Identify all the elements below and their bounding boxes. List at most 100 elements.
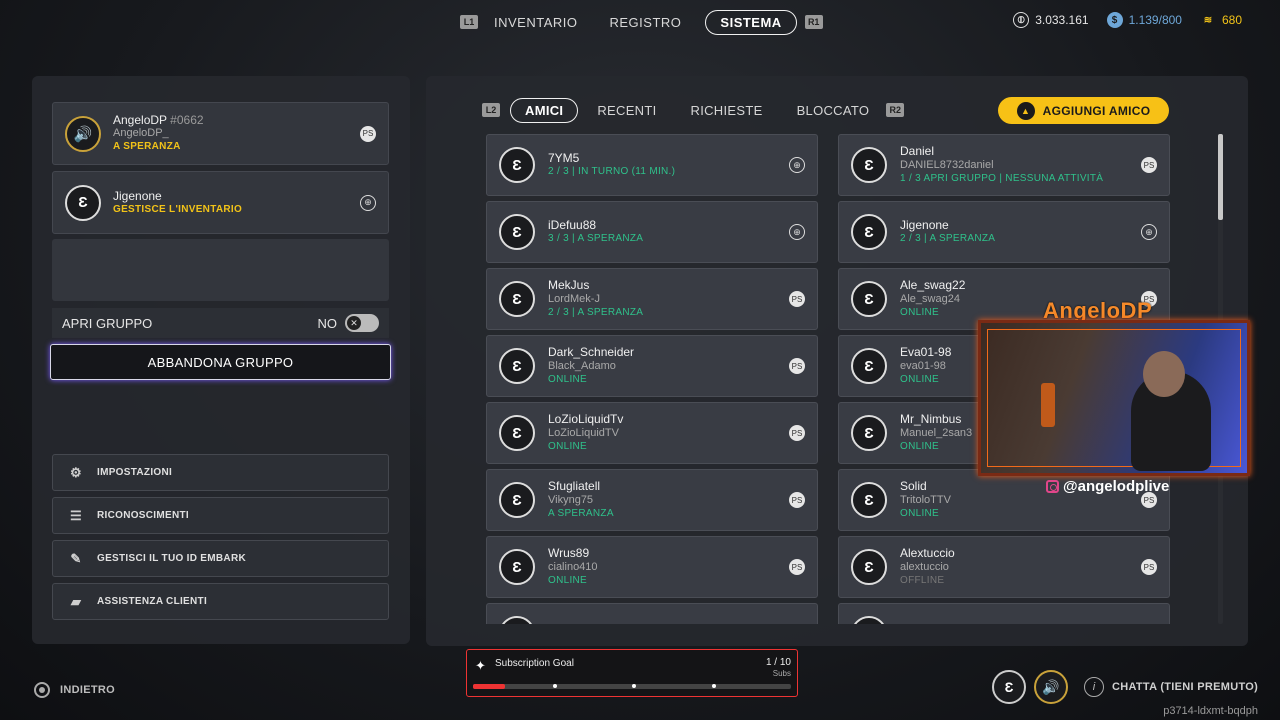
party-avatar-angelodp[interactable]: 🔊 <box>1034 670 1068 704</box>
tickets-currency: $ 1.139/800 <box>1106 12 1182 28</box>
friend-name: Daniel <box>900 144 935 158</box>
avatar: 🔊 <box>65 115 101 152</box>
webcam-overlay <box>978 320 1250 476</box>
friend-name: LoZioLiquidTv <box>548 412 624 426</box>
webcam-handle: @angelodplive <box>1046 478 1169 495</box>
friend-card[interactable]: ƐAlitaPS <box>486 603 818 624</box>
triangle-icon: ▲ <box>1016 101 1035 120</box>
customer-support-label: ASSISTENZA CLIENTI <box>97 596 208 607</box>
coins-amount: 680 <box>1221 13 1242 27</box>
tab-inventario[interactable]: INVENTARIO <box>478 11 594 34</box>
back-button[interactable]: INDIETRO <box>34 682 115 698</box>
friend-platform-name: Black_Adamo <box>548 360 616 372</box>
vres-currency: ⦶ 3.033.161 <box>1013 12 1089 28</box>
r1-button-hint: R1 <box>804 15 823 29</box>
vres-amount: 3.033.161 <box>1035 13 1089 27</box>
open-group-toggle[interactable]: ✕ <box>345 314 379 332</box>
open-group-label: APRI GRUPPO <box>62 315 153 331</box>
friend-card[interactable]: Ɛ 7YM5 2 / 3 | IN TURNO (11 MIN.) ⊕ <box>486 134 818 196</box>
avatar: Ɛ <box>499 147 535 183</box>
tab-registro[interactable]: REGISTRO <box>594 11 698 34</box>
playstation-icon: PS <box>789 358 805 374</box>
session-id: p3714-ldxmt-bqdph <box>1163 705 1258 717</box>
friend-name: 7YM5 <box>548 151 580 165</box>
friend-card[interactable]: Ɛ LoZioLiquidTv LoZioLiquidTV ONLINE PS <box>486 402 818 464</box>
friend-name: Ale_swag22 <box>900 278 966 292</box>
friend-card[interactable]: Ɛandreashark2006PS <box>838 603 1170 624</box>
member-status: GESTISCE L'INVENTARIO <box>113 203 243 215</box>
globe-icon: ⊕ <box>789 157 805 173</box>
party-avatar-jigenone[interactable]: Ɛ <box>992 670 1026 704</box>
friend-platform-name: alextuccio <box>900 561 949 573</box>
member-status: A SPERANZA <box>113 141 181 152</box>
member-platform-name: AngeloDP_ <box>113 127 169 139</box>
friend-name: Alextuccio <box>900 546 955 560</box>
customer-support-button[interactable]: ▰ ASSISTENZA CLIENTI <box>52 583 389 620</box>
friend-status: ONLINE <box>548 441 588 452</box>
friend-name: Eva01-98 <box>900 345 952 359</box>
open-group-row[interactable]: APRI GRUPPO NO ✕ <box>52 308 389 338</box>
achievements-button[interactable]: ☰ RICONOSCIMENTI <box>52 497 389 534</box>
scrollbar-thumb[interactable] <box>1218 134 1223 220</box>
avatar: Ɛ <box>499 281 535 317</box>
friend-platform-name: Vikyng75 <box>548 494 594 506</box>
friend-platform-name: eva01-98 <box>900 360 946 372</box>
tab-recenti[interactable]: RECENTI <box>580 99 673 122</box>
tickets-amount: 1.139/800 <box>1128 13 1182 27</box>
ticket-icon: $ <box>1106 12 1123 28</box>
avatar: Ɛ <box>499 415 535 451</box>
avatar: Ɛ <box>499 616 535 624</box>
goal-unit: Subs <box>772 669 791 678</box>
friend-card[interactable]: ƐiDefuu88 3 / 3 | A SPERANZA ⊕ <box>486 201 818 263</box>
empty-party-slot[interactable] <box>52 239 389 301</box>
info-icon: i <box>1084 677 1104 697</box>
tab-bloccato[interactable]: BLOCCATO <box>780 99 887 122</box>
tab-amici[interactable]: AMICI <box>510 97 579 123</box>
chat-icon: ▰ <box>70 593 82 609</box>
avatar: Ɛ <box>499 482 535 518</box>
globe-icon: ⊕ <box>360 194 376 211</box>
avatar: Ɛ <box>851 147 887 183</box>
friends-tabs: L2 AMICI RECENTI RICHIESTE BLOCCATO R2 <box>482 97 905 123</box>
embark-id-button[interactable]: ✎ GESTISCI IL TUO ID EMBARK <box>52 540 389 577</box>
leave-group-button[interactable]: ABBANDONA GRUPPO <box>50 344 391 380</box>
friend-status: 2 / 3 | A SPERANZA <box>548 307 644 318</box>
instagram-icon <box>1046 480 1059 493</box>
friend-name: MekJus <box>548 278 590 292</box>
add-friend-label: AGGIUNGI AMICO <box>1042 103 1151 118</box>
friend-name: iDefuu88 <box>548 218 597 232</box>
friend-status: A SPERANZA <box>548 508 614 519</box>
list-icon: ☰ <box>70 507 82 523</box>
circle-button-icon <box>34 682 50 698</box>
add-friend-button[interactable]: ▲ AGGIUNGI AMICO <box>998 97 1169 124</box>
friend-status: ONLINE <box>900 441 940 452</box>
avatar: Ɛ <box>851 482 887 518</box>
goal-progress-bar <box>473 684 791 689</box>
avatar: Ɛ <box>65 184 101 221</box>
friend-card[interactable]: Ɛ Alextuccio alextuccio OFFLINE PS <box>838 536 1170 598</box>
friend-status: 2 / 3 | IN TURNO (11 MIN.) <box>548 166 676 177</box>
handle-text: @angelodplive <box>1063 478 1170 495</box>
avatar: Ɛ <box>851 214 887 250</box>
bottom-party-bar: Ɛ 🔊 i CHATTA (TIENI PREMUTO) <box>992 670 1258 704</box>
friend-card[interactable]: Ɛ Dark_Schneider Black_Adamo ONLINE PS <box>486 335 818 397</box>
party-member-jigenone[interactable]: Ɛ Jigenone GESTISCE L'INVENTARIO ⊕ <box>52 171 389 234</box>
friend-card[interactable]: Ɛ Wrus89 cialino410 ONLINE PS <box>486 536 818 598</box>
friend-card[interactable]: Ɛ Sfugliatell Vikyng75 A SPERANZA PS <box>486 469 818 531</box>
id-icon: ✎ <box>70 550 82 566</box>
friend-card[interactable]: Ɛ Daniel DANIEL8732daniel 1 / 3 APRI GRUPPO… <box>838 134 1170 196</box>
tab-richieste[interactable]: RICHIESTE <box>674 99 780 122</box>
avatar: Ɛ <box>851 348 887 384</box>
r2-button-hint: R2 <box>886 103 905 117</box>
friend-card[interactable]: Ɛ Jigenone 2 / 3 | A SPERANZA ⊕ <box>838 201 1170 263</box>
tab-sistema[interactable]: SISTEMA <box>705 9 797 35</box>
l2-button-hint: L2 <box>482 103 500 117</box>
settings-button[interactable]: ⚙ IMPOSTAZIONI <box>52 454 389 491</box>
party-member-angelodp[interactable]: 🔊 AngeloDP #0662 AngeloDP_ A SPERANZA PS <box>52 102 389 165</box>
avatar: Ɛ <box>499 214 535 250</box>
party-panel: 🔊 AngeloDP #0662 AngeloDP_ A SPERANZA PS… <box>32 76 410 644</box>
friend-platform-name: TritoloTTV <box>900 494 951 506</box>
friend-status: ONLINE <box>548 575 588 586</box>
friend-status: OFFLINE <box>900 575 945 586</box>
friend-card[interactable]: Ɛ MekJus LordMek-J 2 / 3 | A SPERANZA PS <box>486 268 818 330</box>
